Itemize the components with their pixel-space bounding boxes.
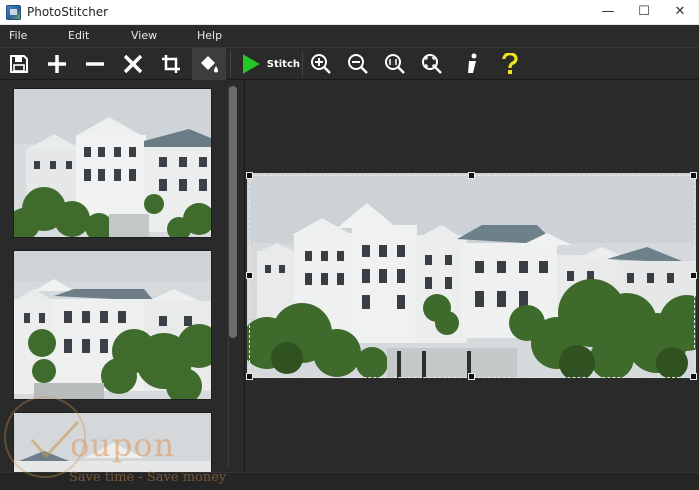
menu-edit[interactable]: Edit	[68, 29, 89, 42]
play-icon	[242, 54, 260, 74]
zoom-in-icon	[311, 54, 331, 74]
scrollbar-thumb[interactable]	[229, 86, 237, 338]
zoom-in-button[interactable]	[304, 48, 338, 80]
resize-handle-left[interactable]	[246, 272, 253, 279]
thumbnail-2-image	[14, 251, 211, 399]
panorama-preview[interactable]	[247, 173, 696, 378]
resize-handle-bottom-right[interactable]	[690, 373, 697, 380]
menu-view[interactable]: View	[131, 29, 157, 42]
maximize-button[interactable]: ☐	[626, 0, 662, 24]
minimize-button[interactable]: —	[590, 0, 626, 24]
info-button[interactable]	[455, 48, 489, 80]
thumbnail-3[interactable]	[13, 412, 212, 472]
thumbnail-2[interactable]	[13, 250, 212, 400]
resize-handle-top[interactable]	[468, 172, 475, 179]
resize-handle-right[interactable]	[690, 272, 697, 279]
toolbar-separator	[230, 51, 231, 77]
menu-file[interactable]: File	[9, 29, 27, 42]
status-bar	[0, 472, 699, 490]
actual-size-icon	[385, 54, 405, 74]
fill-icon	[201, 56, 218, 73]
remove-icon	[86, 62, 104, 66]
fit-to-window-button[interactable]	[415, 48, 449, 80]
resize-handle-bottom[interactable]	[468, 373, 475, 380]
resize-handle-bottom-left[interactable]	[246, 373, 253, 380]
info-icon	[468, 53, 477, 73]
zoom-out-icon	[348, 54, 368, 74]
resize-handle-top-right[interactable]	[690, 172, 697, 179]
menu-help[interactable]: Help	[197, 29, 222, 42]
menu-bar: File Edit View Help	[0, 25, 699, 47]
help-button[interactable]	[493, 48, 527, 80]
window-title: PhotoStitcher	[27, 5, 109, 19]
crop-button[interactable]	[154, 48, 188, 80]
save-icon	[10, 55, 28, 73]
app-icon	[6, 5, 21, 20]
toolbar: Stitch	[0, 47, 699, 80]
add-button[interactable]	[40, 48, 74, 80]
stitch-label: Stitch	[266, 58, 300, 70]
panorama-image	[247, 173, 696, 378]
thumbnail-1-image	[14, 89, 211, 237]
close-button[interactable]: ✕	[662, 0, 698, 24]
crop-icon	[162, 55, 180, 73]
remove-button[interactable]	[78, 48, 112, 80]
help-icon	[502, 53, 518, 74]
save-button[interactable]	[2, 48, 36, 80]
stitch-button[interactable]: Stitch	[232, 48, 300, 80]
fit-to-window-icon	[422, 54, 442, 74]
zoom-out-button[interactable]	[341, 48, 375, 80]
thumbnail-3-image	[14, 413, 211, 472]
delete-button[interactable]	[116, 48, 150, 80]
fill-button[interactable]	[192, 48, 226, 80]
actual-size-button[interactable]	[378, 48, 412, 80]
toolbar-separator	[302, 51, 303, 77]
thumbnail-1[interactable]	[13, 88, 212, 238]
add-icon	[48, 55, 66, 73]
resize-handle-top-left[interactable]	[246, 172, 253, 179]
delete-icon	[123, 54, 143, 74]
title-bar: PhotoStitcher — ☐ ✕	[0, 0, 699, 25]
